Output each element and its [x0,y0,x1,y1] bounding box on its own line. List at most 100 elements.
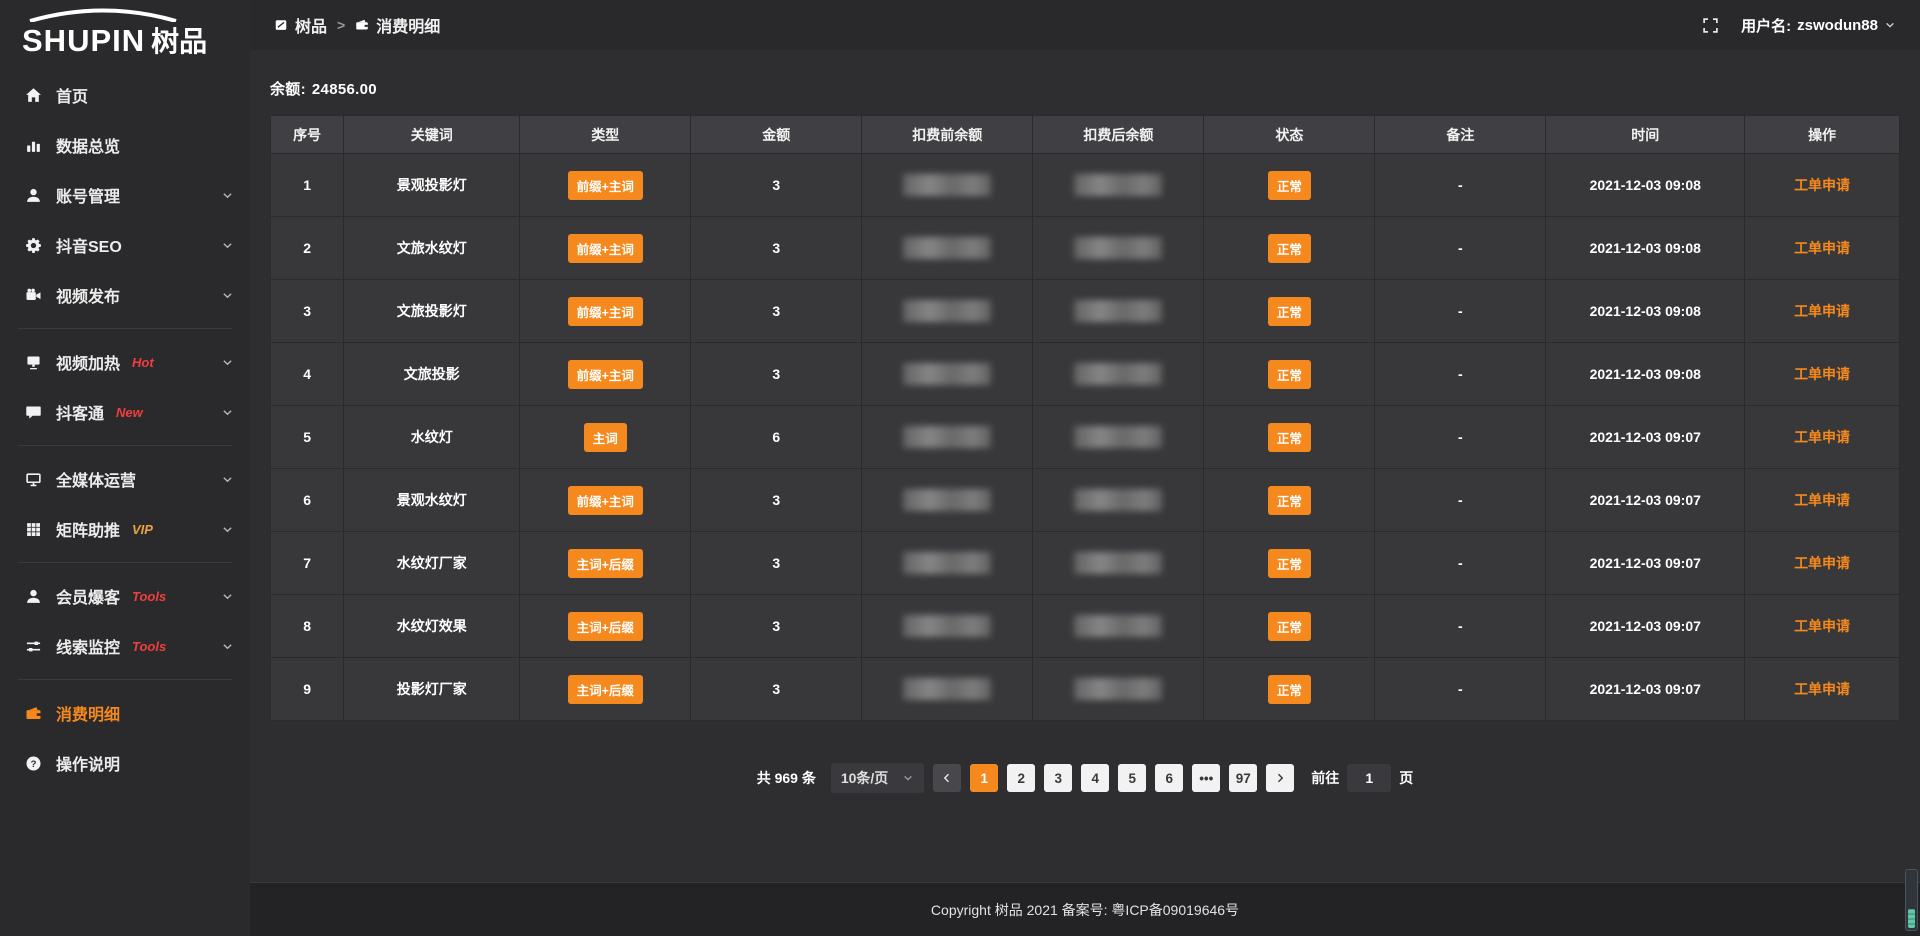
cell-amount: 3 [691,532,862,595]
column-header-0: 序号 [271,116,344,154]
cell-status: 正常 [1204,343,1375,406]
page-button-97[interactable]: 97 [1229,764,1257,792]
cell-index: 9 [271,658,344,721]
cell-remark: - [1375,532,1546,595]
cell-status: 正常 [1204,406,1375,469]
sidebar-item-account-manage[interactable]: 账号管理 [0,170,250,220]
work-order-link[interactable]: 工单申请 [1794,492,1850,508]
cell-balance-before [862,469,1033,532]
page-button-3[interactable]: 3 [1044,764,1072,792]
sidebar-item-video-heat[interactable]: 视频加热 Hot [0,337,250,387]
sidebar-item-label: 矩阵助推 [56,517,120,541]
grid-icon [24,520,42,538]
cell-remark: - [1375,343,1546,406]
topbar-right: 用户名: zswodun88 [1702,15,1896,36]
user-menu[interactable]: 用户名: zswodun88 [1741,15,1896,36]
blurred-value [1074,174,1162,196]
blurred-value [1074,300,1162,322]
cell-keyword: 水纹灯厂家 [344,532,520,595]
consumption-table: 序号关键词类型金额扣费前余额扣费后余额状态备注时间操作 1 景观投影灯 前缀+主… [270,115,1900,721]
sidebar-badge: Hot [132,355,154,370]
chevron-down-icon [221,289,234,302]
cell-balance-after [1033,658,1204,721]
prev-page-button[interactable] [933,764,961,792]
page-button-4[interactable]: 4 [1081,764,1109,792]
sidebar-item-home[interactable]: 首页 [0,70,250,120]
chevron-down-icon [1884,19,1896,31]
table-row: 8 水纹灯效果 主词+后缀 3 正常 - 2021-12-03 09:07 工单… [271,595,1900,658]
page-ellipsis-button[interactable]: ••• [1192,764,1220,792]
work-order-link[interactable]: 工单申请 [1794,303,1850,319]
cell-type: 主词+后缀 [520,595,691,658]
blurred-value [903,489,991,511]
cell-keyword: 水纹灯效果 [344,595,520,658]
sidebar-divider [18,562,232,563]
sidebar-item-douyin-seo[interactable]: 抖音SEO [0,220,250,270]
cell-amount: 3 [691,217,862,280]
chevron-down-icon [221,406,234,419]
work-order-link[interactable]: 工单申请 [1794,429,1850,445]
floating-scroll-widget[interactable] [1905,869,1918,931]
next-page-button[interactable] [1266,764,1294,792]
page-button-1[interactable]: 1 [970,764,998,792]
sidebar-item-member-burst[interactable]: 会员爆客 Tools [0,571,250,621]
work-order-link[interactable]: 工单申请 [1794,177,1850,193]
sidebar-item-matrix-boost[interactable]: 矩阵助推 VIP [0,504,250,554]
logo-arc [24,8,182,22]
page-size-select[interactable]: 10条/页 [831,763,924,793]
sidebar-item-all-media-ops[interactable]: 全媒体运营 [0,454,250,504]
breadcrumb-item-consumption[interactable]: 消费明细 [355,13,440,37]
sidebar-item-label: 消费明细 [56,701,120,725]
work-order-link[interactable]: 工单申请 [1794,366,1850,382]
wallet-icon [355,18,369,32]
chevron-down-icon [902,772,914,784]
breadcrumb-item-shupin[interactable]: 树品 [274,13,327,37]
blurred-value [1074,426,1162,448]
page-button-5[interactable]: 5 [1118,764,1146,792]
work-order-link[interactable]: 工单申请 [1794,240,1850,256]
cell-amount: 3 [691,469,862,532]
work-order-link[interactable]: 工单申请 [1794,618,1850,634]
type-badge: 前缀+主词 [568,171,643,200]
cell-time: 2021-12-03 09:08 [1546,343,1745,406]
page-button-2[interactable]: 2 [1007,764,1035,792]
sidebar-item-label: 线索监控 [56,634,120,658]
cell-action: 工单申请 [1745,154,1900,217]
logo-text-cn: 树品 [151,26,207,57]
cell-time: 2021-12-03 09:07 [1546,469,1745,532]
cell-balance-after [1033,532,1204,595]
sidebar-divider [18,328,232,329]
sidebar-item-consumption-detail[interactable]: 消费明细 [0,688,250,738]
column-header-1: 关键词 [344,116,520,154]
cell-status: 正常 [1204,280,1375,343]
chevron-right-icon [1274,772,1286,784]
sidebar-item-douketong[interactable]: 抖客通 New [0,387,250,437]
goto-page-input[interactable] [1347,764,1391,792]
cell-remark: - [1375,154,1546,217]
cell-status: 正常 [1204,532,1375,595]
sidebar-item-video-publish[interactable]: 视频发布 [0,270,250,320]
page-button-6[interactable]: 6 [1155,764,1183,792]
cell-remark: - [1375,217,1546,280]
cell-action: 工单申请 [1745,532,1900,595]
cell-type: 前缀+主词 [520,343,691,406]
sidebar-item-label: 首页 [56,83,88,107]
fullscreen-icon[interactable] [1702,17,1719,34]
sidebar-item-operation-guide[interactable]: ? 操作说明 [0,738,250,788]
cell-time: 2021-12-03 09:07 [1546,406,1745,469]
sidebar-item-data-overview[interactable]: 数据总览 [0,120,250,170]
column-header-6: 状态 [1204,116,1375,154]
balance-value: 24856.00 [312,81,377,98]
page-size-value: 10条/页 [841,768,888,788]
work-order-link[interactable]: 工单申请 [1794,555,1850,571]
cell-time: 2021-12-03 09:08 [1546,154,1745,217]
scroll-thumb[interactable] [1908,909,1915,928]
table-header-row: 序号关键词类型金额扣费前余额扣费后余额状态备注时间操作 [271,116,1900,154]
cell-status: 正常 [1204,595,1375,658]
blurred-value [1074,615,1162,637]
chevron-down-icon [221,640,234,653]
balance: 余额:24856.00 [270,78,1900,99]
work-order-link[interactable]: 工单申请 [1794,681,1850,697]
sidebar-item-lead-monitor[interactable]: 线索监控 Tools [0,621,250,671]
cell-time: 2021-12-03 09:07 [1546,532,1745,595]
